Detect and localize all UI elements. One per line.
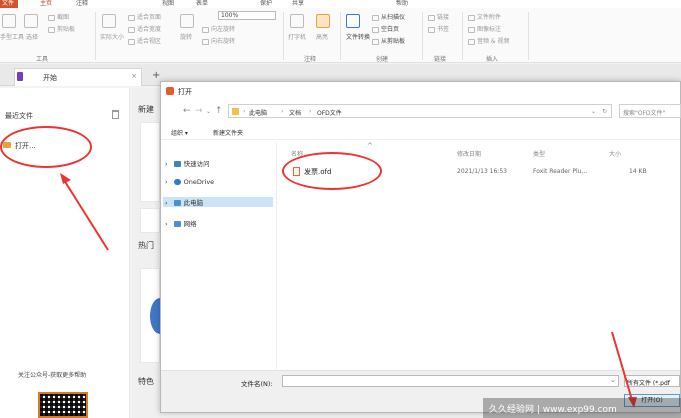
arrow-to-open-button (611, 331, 633, 401)
annotation-arrows (60, 173, 637, 408)
site-watermark: 久久经验网 | www.exp99.com (483, 398, 681, 418)
arrow-head-icon (60, 173, 71, 184)
arrow-to-open (63, 179, 109, 251)
